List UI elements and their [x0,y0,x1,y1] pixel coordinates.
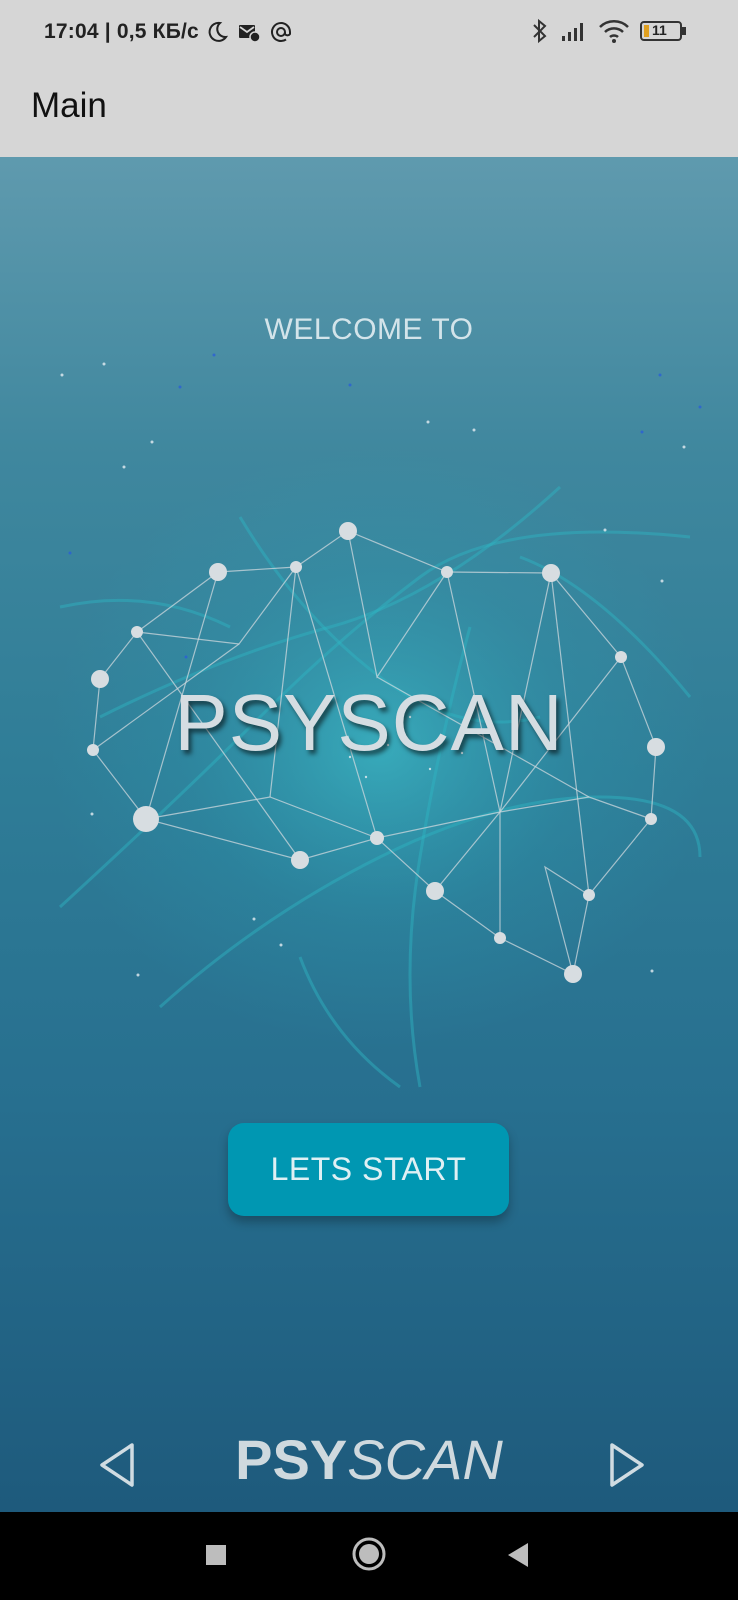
footer-logo-scan: SCAN [347,1428,503,1491]
main-content: WELCOME TO PSYSCAN LETS START PSYSCAN [0,157,738,1512]
moon-icon [208,21,228,42]
battery-icon: 11 [640,20,686,42]
signal-icon [562,23,583,41]
footer-logo-psy: PSY [235,1428,348,1491]
app-bar: Main [0,62,738,157]
bluetooth-icon [533,18,547,44]
wifi-icon [599,20,629,43]
recents-square-icon[interactable] [204,1543,228,1567]
back-triangle-icon[interactable] [506,1541,532,1569]
lets-start-button[interactable]: LETS START [228,1123,509,1216]
status-time-speed: 17:04 | 0,5 КБ/с [44,20,199,43]
status-left: 17:04 | 0,5 КБ/с [44,20,293,44]
status-icons-left [205,20,293,44]
brand-title: PSYSCAN [174,678,564,767]
mail-icon [238,25,261,43]
page-title: Main [31,86,107,125]
lets-start-label: LETS START [270,1151,467,1187]
at-icon [270,22,291,42]
battery-level: 11 [652,22,667,38]
screen: 17:04 | 0,5 КБ/с 11 Main WELCOME TO PSYS… [0,0,738,1600]
status-bar: 17:04 | 0,5 КБ/с 11 [0,0,738,62]
system-navigation-bar [0,1512,738,1600]
welcome-text: WELCOME TO [264,313,474,346]
triangle-right-outline-icon[interactable] [604,1441,648,1489]
status-right: 11 [530,18,686,44]
brain-network-illustration [50,353,710,1089]
home-circle-icon[interactable] [351,1536,387,1572]
